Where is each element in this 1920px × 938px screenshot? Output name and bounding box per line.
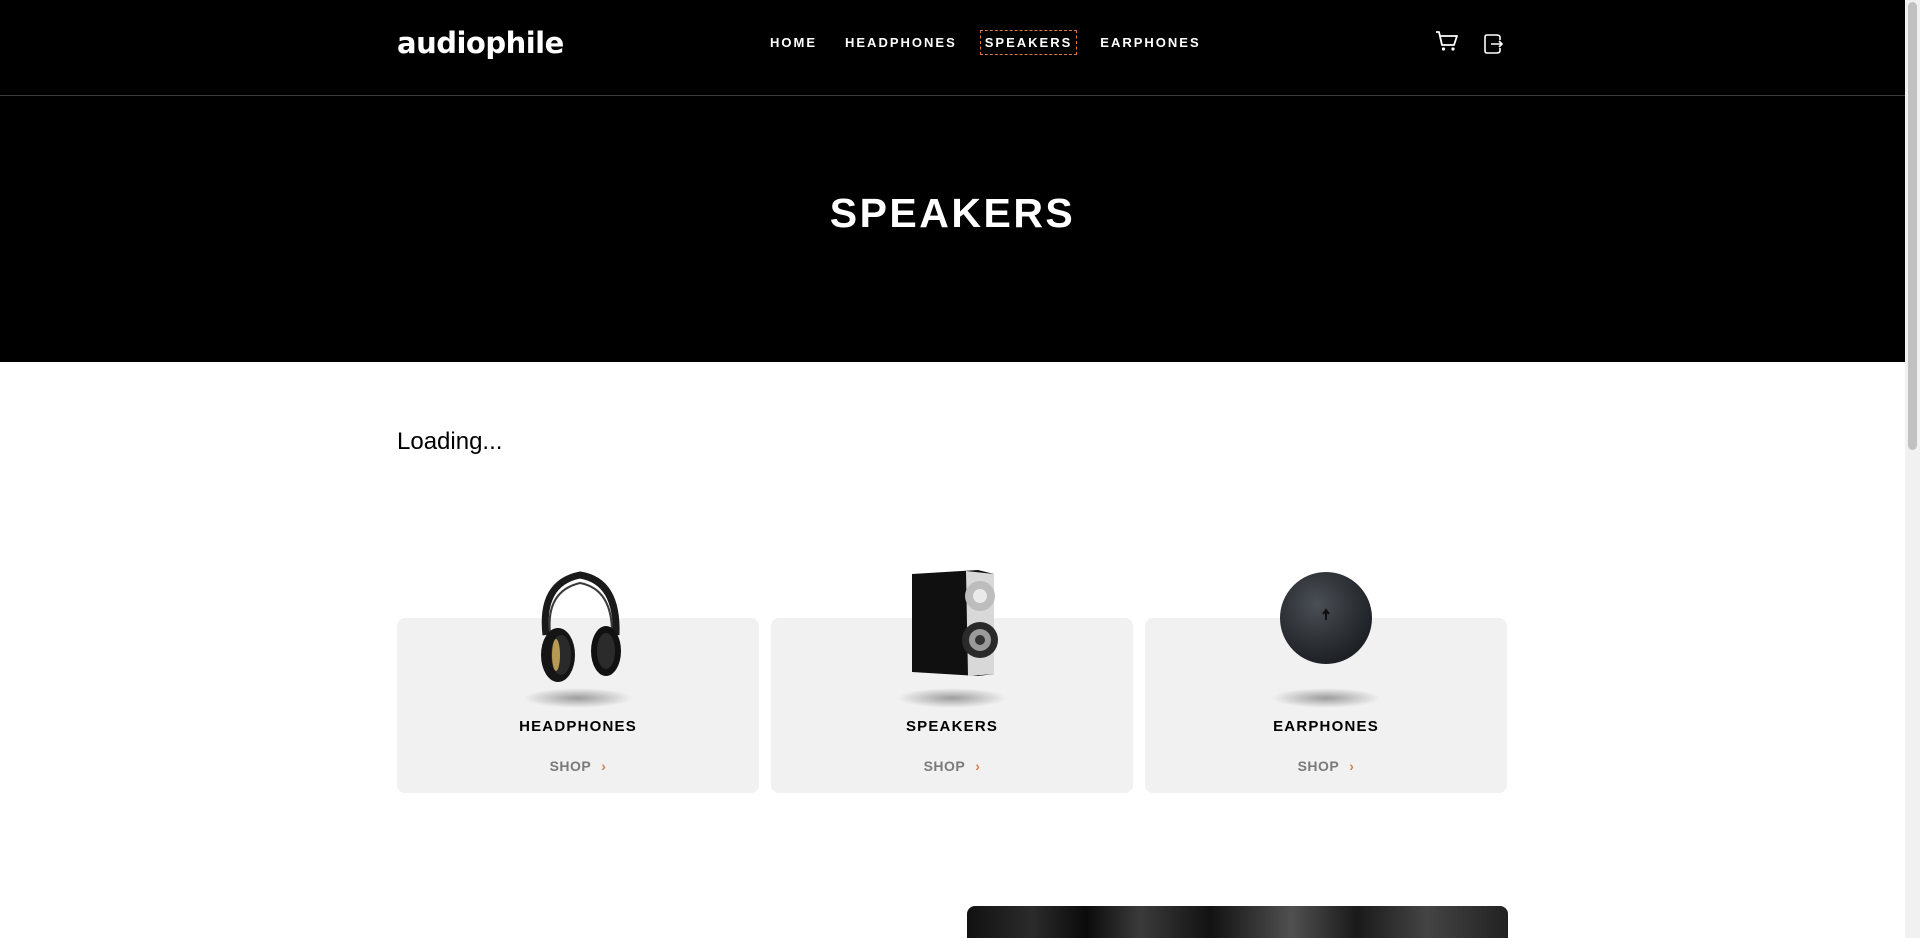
site-header: audiophile HOME HEADPHONES SPEAKERS EARP… bbox=[0, 0, 1905, 96]
category-label: SPEAKERS bbox=[905, 718, 999, 735]
logo[interactable]: audiophile bbox=[397, 26, 564, 60]
nav-home[interactable]: HOME bbox=[765, 30, 822, 55]
cart-icon[interactable] bbox=[1434, 28, 1460, 54]
category-label: EARPHONES bbox=[1273, 718, 1379, 735]
loading-text: Loading... bbox=[397, 428, 503, 455]
category-label: HEADPHONES bbox=[519, 718, 637, 735]
shop-label: SHOP bbox=[549, 758, 592, 774]
chevron-right-icon: › bbox=[1349, 758, 1355, 774]
shop-link[interactable]: SHOP › bbox=[1145, 758, 1507, 774]
main-nav: HOME HEADPHONES SPEAKERS EARPHONES bbox=[765, 30, 1224, 55]
shop-link[interactable]: SHOP › bbox=[397, 758, 759, 774]
scrollbar-thumb[interactable] bbox=[1908, 2, 1917, 450]
feature-image bbox=[967, 906, 1508, 938]
chevron-right-icon: › bbox=[601, 758, 607, 774]
category-card-headphones[interactable]: HEADPHONES SHOP › bbox=[397, 571, 759, 793]
nav-headphones[interactable]: HEADPHONES bbox=[840, 30, 962, 55]
speaker-image bbox=[912, 570, 998, 676]
product-shadow bbox=[1271, 688, 1381, 708]
chevron-right-icon: › bbox=[975, 758, 981, 774]
page: audiophile HOME HEADPHONES SPEAKERS EARP… bbox=[0, 0, 1905, 938]
page-scrollbar[interactable] bbox=[1905, 0, 1920, 938]
product-shadow bbox=[897, 688, 1007, 708]
shop-link[interactable]: SHOP › bbox=[771, 758, 1133, 774]
category-card-earphones[interactable]: EARPHONES SHOP › bbox=[1145, 572, 1507, 793]
page-title: SPEAKERS bbox=[829, 190, 1076, 236]
product-shadow bbox=[523, 688, 633, 708]
shop-label: SHOP bbox=[1297, 758, 1340, 774]
nav-speakers[interactable]: SPEAKERS bbox=[979, 30, 1078, 55]
earphones-case-image bbox=[1280, 572, 1372, 664]
shop-label: SHOP bbox=[923, 758, 966, 774]
nav-earphones[interactable]: EARPHONES bbox=[1095, 30, 1205, 55]
hero-banner: SPEAKERS bbox=[0, 96, 1905, 362]
headphones-image bbox=[541, 571, 621, 682]
logout-icon[interactable] bbox=[1483, 32, 1505, 56]
category-card-speakers[interactable]: SPEAKERS SHOP › bbox=[771, 570, 1133, 793]
